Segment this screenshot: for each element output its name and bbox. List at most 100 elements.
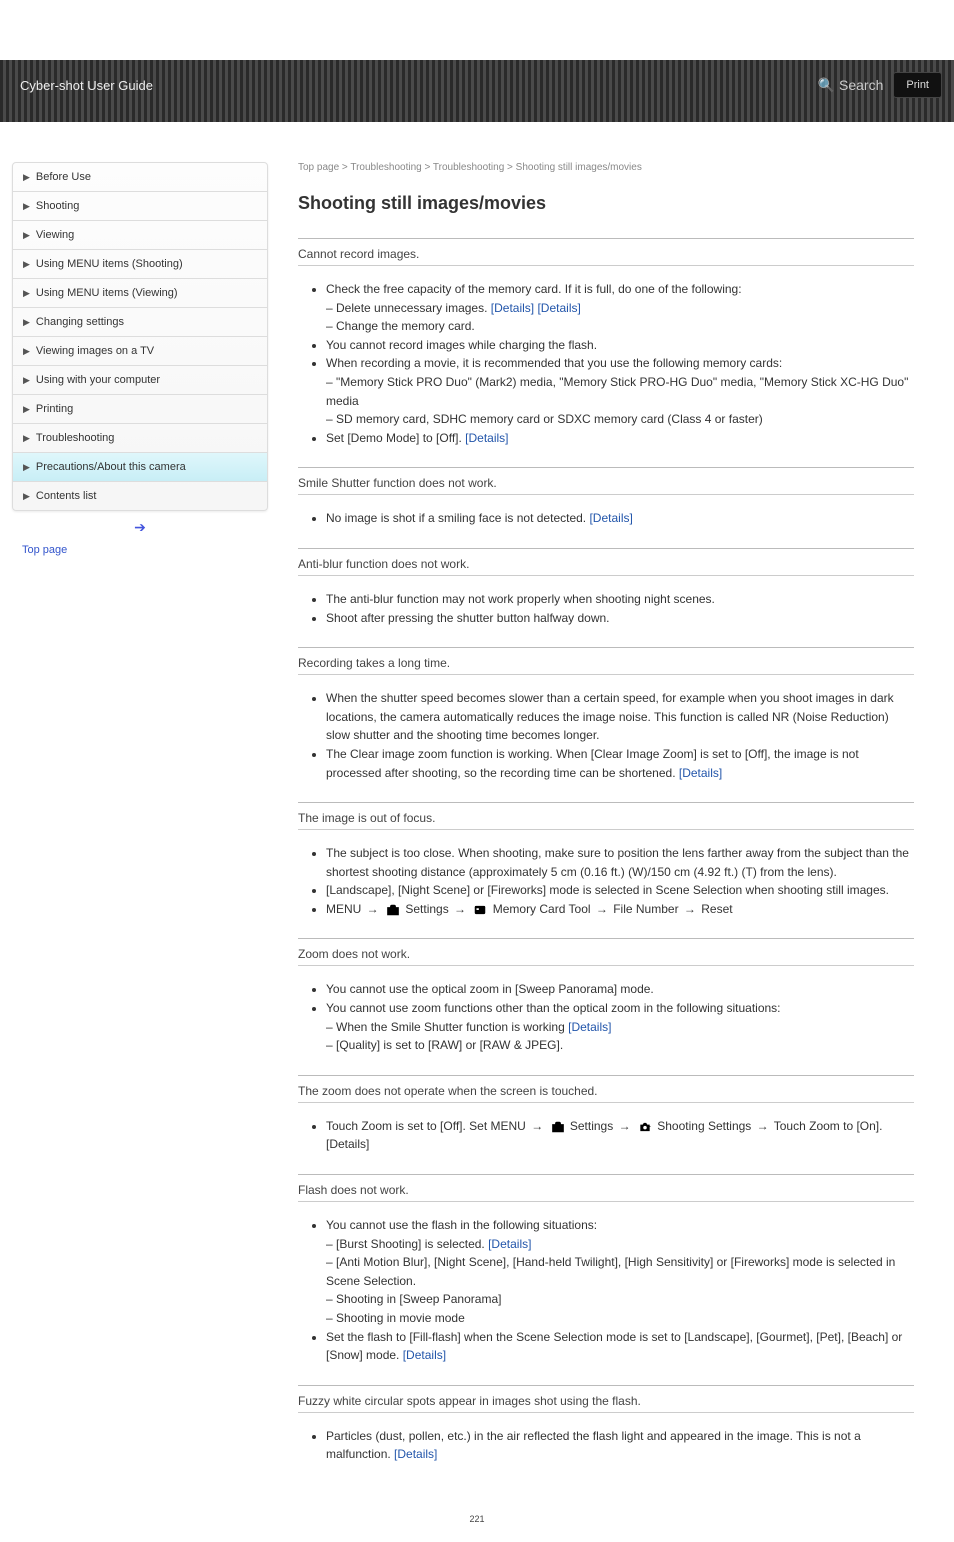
sidebar-item-label: Using MENU items (Shooting) (36, 258, 183, 270)
content: Top page > Troubleshooting > Troubleshoo… (268, 162, 934, 1478)
top-page-link[interactable]: Top page (12, 536, 268, 564)
chevron-right-icon: ▶ (23, 433, 30, 444)
chevron-right-icon: ▶ (23, 491, 30, 502)
section-7: Flash does not work. You cannot use the f… (298, 1174, 914, 1379)
sidebar-item-2[interactable]: ▶Viewing (13, 221, 267, 249)
details-link[interactable]: [Details] (568, 1020, 611, 1034)
bullet: Particles (dust, pollen, etc.) in the ai… (326, 1427, 914, 1464)
sidebar-nav: ▶Before Use▶Shooting▶Viewing▶Using MENU … (12, 162, 268, 511)
section-6: The zoom does not operate when the scree… (298, 1075, 914, 1168)
top-page-link-wrap: ➔ Top page (12, 519, 268, 564)
sidebar-item-label: Using MENU items (Viewing) (36, 287, 178, 299)
section-title: Fuzzy white circular spots appear in ima… (298, 1392, 914, 1408)
sidebar: ▶Before Use▶Shooting▶Viewing▶Using MENU … (12, 162, 268, 1478)
details-link[interactable]: [Details] (488, 1237, 531, 1251)
details-link[interactable]: [Details] (491, 301, 534, 315)
bullet: Set [Demo Mode] to [Off]. [Details] (326, 429, 914, 448)
chevron-right-icon: ▶ (23, 375, 30, 386)
section-title: The zoom does not operate when the scree… (298, 1082, 914, 1098)
sidebar-item-0[interactable]: ▶Before Use (13, 163, 267, 191)
sidebar-item-1[interactable]: ▶ Shooting (13, 192, 267, 220)
arrow-right-icon: → (365, 900, 381, 919)
chevron-right-icon: ▶ (23, 346, 30, 357)
bullet: Shoot after pressing the shutter button … (326, 609, 914, 628)
page-title: Shooting still images/movies (298, 193, 914, 214)
sidebar-item-label: Contents list (36, 490, 97, 502)
details-link[interactable]: [Details] (589, 511, 632, 525)
bullet: No image is shot if a smiling face is no… (326, 509, 914, 528)
sidebar-item-label: Printing (36, 403, 73, 415)
camset-icon (636, 1120, 654, 1134)
toolbox-icon (549, 1120, 567, 1134)
header-bar: Cyber-shot User Guide 🔍 Search Print (0, 60, 954, 122)
bullet: The anti-blur function may not work prop… (326, 590, 914, 609)
section-5: Zoom does not work. You cannot use the op… (298, 938, 914, 1068)
chevron-right-icon: ▶ (23, 404, 30, 415)
sidebar-item-label: Using with your computer (36, 374, 160, 386)
bullet: Touch Zoom is set to [Off]. Set MENU → S… (326, 1117, 914, 1154)
bullet: Set the flash to [Fill-flash] when the S… (326, 1328, 914, 1365)
section-3: Recording takes a long time. When the shu… (298, 647, 914, 796)
bullet: Check the free capacity of the memory ca… (326, 280, 914, 336)
bullet: When the shutter speed becomes slower th… (326, 689, 914, 745)
section-title: Flash does not work. (298, 1181, 914, 1197)
sidebar-item-contents[interactable]: ▶ Contents list (13, 482, 267, 510)
sidebar-item-label: Before Use (36, 171, 91, 183)
details-link[interactable]: [Details] (679, 766, 722, 780)
chevron-right-icon: ▶ (23, 462, 30, 473)
sidebar-item-label: Precautions/About this camera (36, 461, 186, 473)
bullet: The Clear image zoom function is working… (326, 745, 914, 782)
details-link[interactable]: [Details] (403, 1348, 446, 1362)
arrow-right-icon: ➔ (134, 519, 146, 535)
arrow-right-icon: → (617, 1117, 633, 1136)
search-icon[interactable]: 🔍 Search (818, 77, 884, 94)
bullet: You cannot record images while charging … (326, 336, 914, 355)
sidebar-item-label: Troubleshooting (36, 432, 114, 444)
chevron-right-icon: ▶ (23, 317, 30, 328)
section-title: Zoom does not work. (298, 945, 914, 961)
bullet: You cannot use the optical zoom in [Swee… (326, 980, 914, 999)
page-number: 221 (0, 1508, 954, 1542)
bullet: When recording a movie, it is recommende… (326, 354, 914, 428)
section-4: The image is out of focus. The subject is… (298, 802, 914, 932)
header-title: Cyber-shot User Guide (20, 78, 153, 93)
card-icon (471, 903, 489, 917)
arrow-right-icon: → (755, 1117, 771, 1136)
sidebar-item-6[interactable]: ▶Viewing images on a TV (13, 337, 267, 365)
details-link[interactable]: [Details] (537, 301, 580, 315)
arrow-right-icon: → (452, 900, 468, 919)
sidebar-item-10[interactable]: ▶ Precautions/About this camera (13, 453, 267, 481)
bullet: MENU → Settings → Memory Card Tool → Fil… (326, 900, 914, 919)
toolbox-icon (384, 903, 402, 917)
section-8: Fuzzy white circular spots appear in ima… (298, 1385, 914, 1478)
sidebar-item-5[interactable]: ▶ Changing settings (13, 308, 267, 336)
sidebar-item-4[interactable]: ▶Using MENU items (Viewing) (13, 279, 267, 307)
section-0: Cannot record images. Check the free capa… (298, 238, 914, 461)
arrow-right-icon: → (682, 900, 698, 919)
arrow-right-icon: → (594, 900, 610, 919)
section-title: Cannot record images. (298, 245, 914, 261)
sidebar-item-3[interactable]: ▶ Using MENU items (Shooting) (13, 250, 267, 278)
sidebar-item-label: Shooting (36, 200, 79, 212)
sidebar-item-9[interactable]: ▶ Troubleshooting (13, 424, 267, 452)
section-title: The image is out of focus. (298, 809, 914, 825)
chevron-right-icon: ▶ (23, 259, 30, 270)
sidebar-item-8[interactable]: ▶ Printing (13, 395, 267, 423)
section-2: Anti-blur function does not work. The ant… (298, 548, 914, 641)
sidebar-item-7[interactable]: ▶ Using with your computer (13, 366, 267, 394)
section-title: Recording takes a long time. (298, 654, 914, 670)
chevron-right-icon: ▶ (23, 230, 30, 241)
chevron-right-icon: ▶ (23, 201, 30, 212)
section-title: Smile Shutter function does not work. (298, 474, 914, 490)
details-link[interactable]: [Details] (465, 431, 508, 445)
bullet: You cannot use the flash in the followin… (326, 1216, 914, 1328)
arrow-right-icon: → (529, 1117, 545, 1136)
bullet: [Landscape], [Night Scene] or [Fireworks… (326, 881, 914, 900)
bullet: You cannot use zoom functions other than… (326, 999, 914, 1055)
bullet: The subject is too close. When shooting,… (326, 844, 914, 881)
sidebar-item-label: Changing settings (36, 316, 124, 328)
breadcrumb: Top page > Troubleshooting > Troubleshoo… (298, 162, 914, 173)
print-button[interactable]: Print (893, 72, 942, 98)
section-title: Anti-blur function does not work. (298, 555, 914, 571)
details-link[interactable]: [Details] (394, 1447, 437, 1461)
